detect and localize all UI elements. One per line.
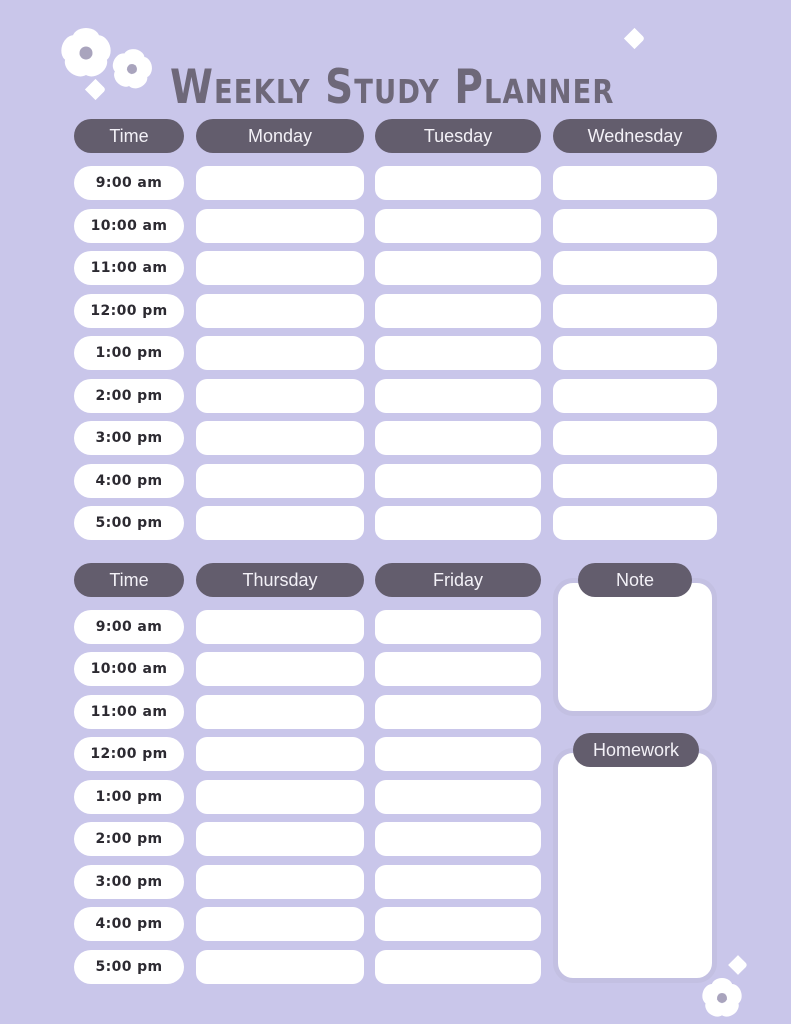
schedule-cell-friday[interactable] [375, 907, 541, 941]
flower-petal [86, 32, 114, 65]
schedule-cell-tuesday[interactable] [375, 294, 541, 328]
column-header-time-2: Time [74, 563, 184, 597]
flower-small-top-left-icon [108, 45, 156, 93]
flower-large-top-left-icon [55, 22, 117, 84]
schedule-cell-monday[interactable] [196, 379, 364, 413]
schedule-cell-tuesday[interactable] [375, 506, 541, 540]
schedule-cell-wednesday[interactable] [553, 294, 717, 328]
schedule-cell-monday[interactable] [196, 209, 364, 243]
flower-center [717, 993, 727, 1003]
time-label: 5:00 pm [74, 950, 184, 984]
schedule-cell-wednesday[interactable] [553, 506, 717, 540]
schedule-cell-thursday[interactable] [196, 780, 364, 814]
flower-petal [78, 49, 112, 82]
time-label: 4:00 pm [74, 464, 184, 498]
time-label: 12:00 pm [74, 294, 184, 328]
time-label: 4:00 pm [74, 907, 184, 941]
time-label: 3:00 pm [74, 865, 184, 899]
schedule-cell-tuesday[interactable] [375, 166, 541, 200]
schedule-cell-monday[interactable] [196, 506, 364, 540]
schedule-cell-friday[interactable] [375, 610, 541, 644]
schedule-cell-monday[interactable] [196, 336, 364, 370]
page-title: Weekly Study Planner [170, 60, 615, 116]
time-label: 11:00 am [74, 695, 184, 729]
schedule-cell-thursday[interactable] [196, 907, 364, 941]
schedule-cell-wednesday[interactable] [553, 464, 717, 498]
flower-petal [58, 32, 86, 65]
schedule-cell-thursday[interactable] [196, 950, 364, 984]
schedule-cell-monday[interactable] [196, 251, 364, 285]
heart-bottom-right-icon [728, 955, 748, 975]
schedule-cell-tuesday[interactable] [375, 421, 541, 455]
flower-petal [124, 67, 151, 92]
schedule-cell-tuesday[interactable] [375, 336, 541, 370]
time-label: 11:00 am [74, 251, 184, 285]
time-label: 3:00 pm [74, 421, 184, 455]
flower-petal [722, 981, 745, 1007]
schedule-cell-friday[interactable] [375, 695, 541, 729]
schedule-cell-wednesday[interactable] [553, 336, 717, 370]
schedule-cell-friday[interactable] [375, 780, 541, 814]
schedule-cell-friday[interactable] [375, 737, 541, 771]
column-header-wednesday: Wednesday [553, 119, 717, 153]
schedule-cell-tuesday[interactable] [375, 464, 541, 498]
homework-panel-label: Homework [573, 733, 699, 767]
note-panel-label: Note [578, 563, 692, 597]
schedule-cell-wednesday[interactable] [553, 209, 717, 243]
schedule-cell-friday[interactable] [375, 950, 541, 984]
note-panel[interactable] [553, 578, 717, 716]
flower-petal [699, 981, 722, 1007]
flower-petal [72, 28, 100, 48]
time-label: 9:00 am [74, 610, 184, 644]
time-label: 1:00 pm [74, 780, 184, 814]
schedule-cell-monday[interactable] [196, 294, 364, 328]
column-header-friday: Friday [375, 563, 541, 597]
schedule-cell-monday[interactable] [196, 421, 364, 455]
schedule-cell-thursday[interactable] [196, 822, 364, 856]
flower-center [127, 64, 137, 74]
time-label: 12:00 pm [74, 737, 184, 771]
column-header-monday: Monday [196, 119, 364, 153]
schedule-cell-monday[interactable] [196, 166, 364, 200]
flower-petal [122, 47, 146, 67]
schedule-cell-tuesday[interactable] [375, 209, 541, 243]
flower-petal [109, 50, 134, 77]
flower-petal [134, 55, 154, 79]
schedule-cell-friday[interactable] [375, 865, 541, 899]
time-label: 10:00 am [74, 652, 184, 686]
time-label: 2:00 pm [74, 822, 184, 856]
homework-panel[interactable] [553, 748, 717, 983]
flower-petal [110, 64, 137, 91]
schedule-cell-thursday[interactable] [196, 695, 364, 729]
schedule-cell-wednesday[interactable] [553, 421, 717, 455]
schedule-cell-tuesday[interactable] [375, 379, 541, 413]
time-label: 10:00 am [74, 209, 184, 243]
flower-petal [715, 995, 743, 1021]
schedule-cell-thursday[interactable] [196, 737, 364, 771]
schedule-cell-wednesday[interactable] [553, 251, 717, 285]
flower-center [79, 46, 93, 60]
time-label: 5:00 pm [74, 506, 184, 540]
column-header-time: Time [74, 119, 184, 153]
schedule-cell-friday[interactable] [375, 652, 541, 686]
schedule-cell-tuesday[interactable] [375, 251, 541, 285]
flower-petal [711, 978, 733, 994]
schedule-cell-monday[interactable] [196, 464, 364, 498]
time-label: 1:00 pm [74, 336, 184, 370]
schedule-cell-friday[interactable] [375, 822, 541, 856]
schedule-cell-thursday[interactable] [196, 865, 364, 899]
schedule-cell-wednesday[interactable] [553, 379, 717, 413]
heart-title-right-icon [623, 27, 646, 50]
time-label: 9:00 am [74, 166, 184, 200]
time-label: 2:00 pm [74, 379, 184, 413]
column-header-thursday: Thursday [196, 563, 364, 597]
flower-petal [60, 49, 94, 82]
schedule-cell-wednesday[interactable] [553, 166, 717, 200]
schedule-cell-thursday[interactable] [196, 610, 364, 644]
heart-top-left-icon [84, 78, 107, 101]
column-header-tuesday: Tuesday [375, 119, 541, 153]
schedule-cell-thursday[interactable] [196, 652, 364, 686]
flower-petal [701, 995, 729, 1021]
